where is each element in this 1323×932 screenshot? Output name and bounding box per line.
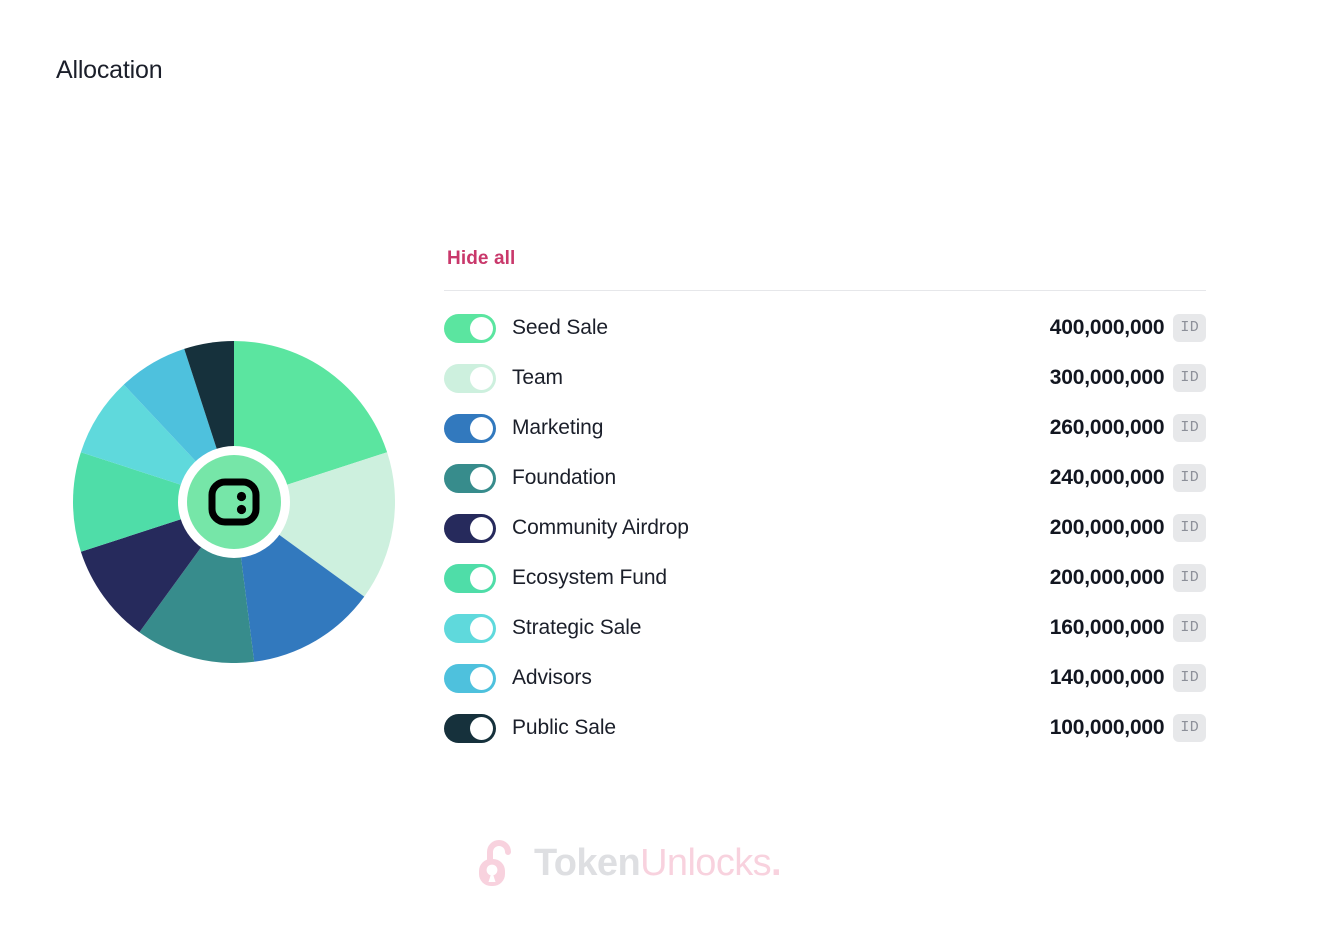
legend-row[interactable]: Strategic Sale 160,000,000 ID xyxy=(444,603,1206,653)
legend-label: Advisors xyxy=(512,666,592,689)
legend-list: Seed Sale 400,000,000 ID Team 300,000,000 ID M… xyxy=(444,303,1206,753)
id-badge[interactable]: ID xyxy=(1173,314,1206,342)
toggle-knob xyxy=(470,616,493,640)
legend-row[interactable]: Seed Sale 400,000,000 ID xyxy=(444,303,1206,353)
legend-value: 200,000,000 xyxy=(1049,566,1165,589)
legend-label: Seed Sale xyxy=(512,316,609,339)
legend-row[interactable]: Foundation 240,000,000 ID xyxy=(444,453,1206,503)
legend-value: 140,000,000 xyxy=(1049,666,1165,689)
toggle-knob xyxy=(470,416,493,440)
id-badge[interactable]: ID xyxy=(1173,664,1206,692)
legend-label: Foundation xyxy=(512,466,617,489)
page-title: Allocation xyxy=(56,56,163,84)
toggle-knob xyxy=(470,316,493,340)
hide-all-button[interactable]: Hide all xyxy=(447,248,515,270)
watermark-token: Token xyxy=(534,842,641,884)
id-badge[interactable]: ID xyxy=(1173,564,1206,592)
legend-toggle-team[interactable] xyxy=(444,363,496,393)
legend-row[interactable]: Team 300,000,000 ID xyxy=(444,353,1206,403)
legend-toggle-foundation[interactable] xyxy=(444,463,496,493)
legend-label: Marketing xyxy=(512,416,604,439)
legend-row[interactable]: Public Sale 100,000,000 ID xyxy=(444,703,1206,753)
watermark-dot: . xyxy=(771,842,782,884)
id-badge[interactable]: ID xyxy=(1173,364,1206,392)
toggle-knob xyxy=(470,716,493,740)
chart-center-logo-circle xyxy=(187,455,281,549)
legend-toggle-seed-sale[interactable] xyxy=(444,313,496,343)
toggle-knob xyxy=(470,566,493,590)
chart-center-logo xyxy=(178,446,290,558)
watermark-text: TokenUnlocks. xyxy=(534,842,782,884)
legend-toggle-marketing[interactable] xyxy=(444,413,496,443)
id-badge[interactable]: ID xyxy=(1173,614,1206,642)
legend-divider xyxy=(444,290,1206,291)
legend-label: Strategic Sale xyxy=(512,616,642,639)
legend-toggle-community-airdrop[interactable] xyxy=(444,513,496,543)
tokenunlocks-watermark: TokenUnlocks. xyxy=(478,838,782,888)
toggle-knob xyxy=(470,666,493,690)
toggle-knob xyxy=(470,366,493,390)
legend-row[interactable]: Community Airdrop 200,000,000 ID xyxy=(444,503,1206,553)
legend-value: 260,000,000 xyxy=(1049,416,1165,439)
watermark-unlocks: Unlocks xyxy=(640,842,772,884)
rounded-square-two-dots-icon xyxy=(208,478,260,526)
toggle-knob xyxy=(470,466,493,490)
legend-label: Public Sale xyxy=(512,716,616,739)
legend-toggle-advisors[interactable] xyxy=(444,663,496,693)
legend-value: 400,000,000 xyxy=(1049,316,1165,339)
legend-toggle-public-sale[interactable] xyxy=(444,713,496,743)
open-padlock-icon xyxy=(479,840,511,886)
legend-value: 160,000,000 xyxy=(1049,616,1165,639)
legend-value: 100,000,000 xyxy=(1049,716,1165,739)
legend-row[interactable]: Ecosystem Fund 200,000,000 ID xyxy=(444,553,1206,603)
legend-toggle-strategic-sale[interactable] xyxy=(444,613,496,643)
id-badge[interactable]: ID xyxy=(1173,514,1206,542)
toggle-knob xyxy=(470,516,493,540)
legend-value: 200,000,000 xyxy=(1049,516,1165,539)
legend-value: 300,000,000 xyxy=(1049,366,1165,389)
legend-label: Team xyxy=(512,366,563,389)
id-badge[interactable]: ID xyxy=(1173,464,1206,492)
id-badge[interactable]: ID xyxy=(1173,714,1206,742)
legend-row[interactable]: Advisors 140,000,000 ID xyxy=(444,653,1206,703)
id-badge[interactable]: ID xyxy=(1173,414,1206,442)
legend-row[interactable]: Marketing 260,000,000 ID xyxy=(444,403,1206,453)
allocation-legend-panel: Hide all Seed Sale 400,000,000 ID Team 300,0… xyxy=(444,248,1206,753)
legend-value: 240,000,000 xyxy=(1049,466,1165,489)
legend-label: Ecosystem Fund xyxy=(512,566,667,589)
legend-label: Community Airdrop xyxy=(512,516,689,539)
allocation-donut-chart xyxy=(73,341,395,663)
legend-toggle-ecosystem-fund[interactable] xyxy=(444,563,496,593)
